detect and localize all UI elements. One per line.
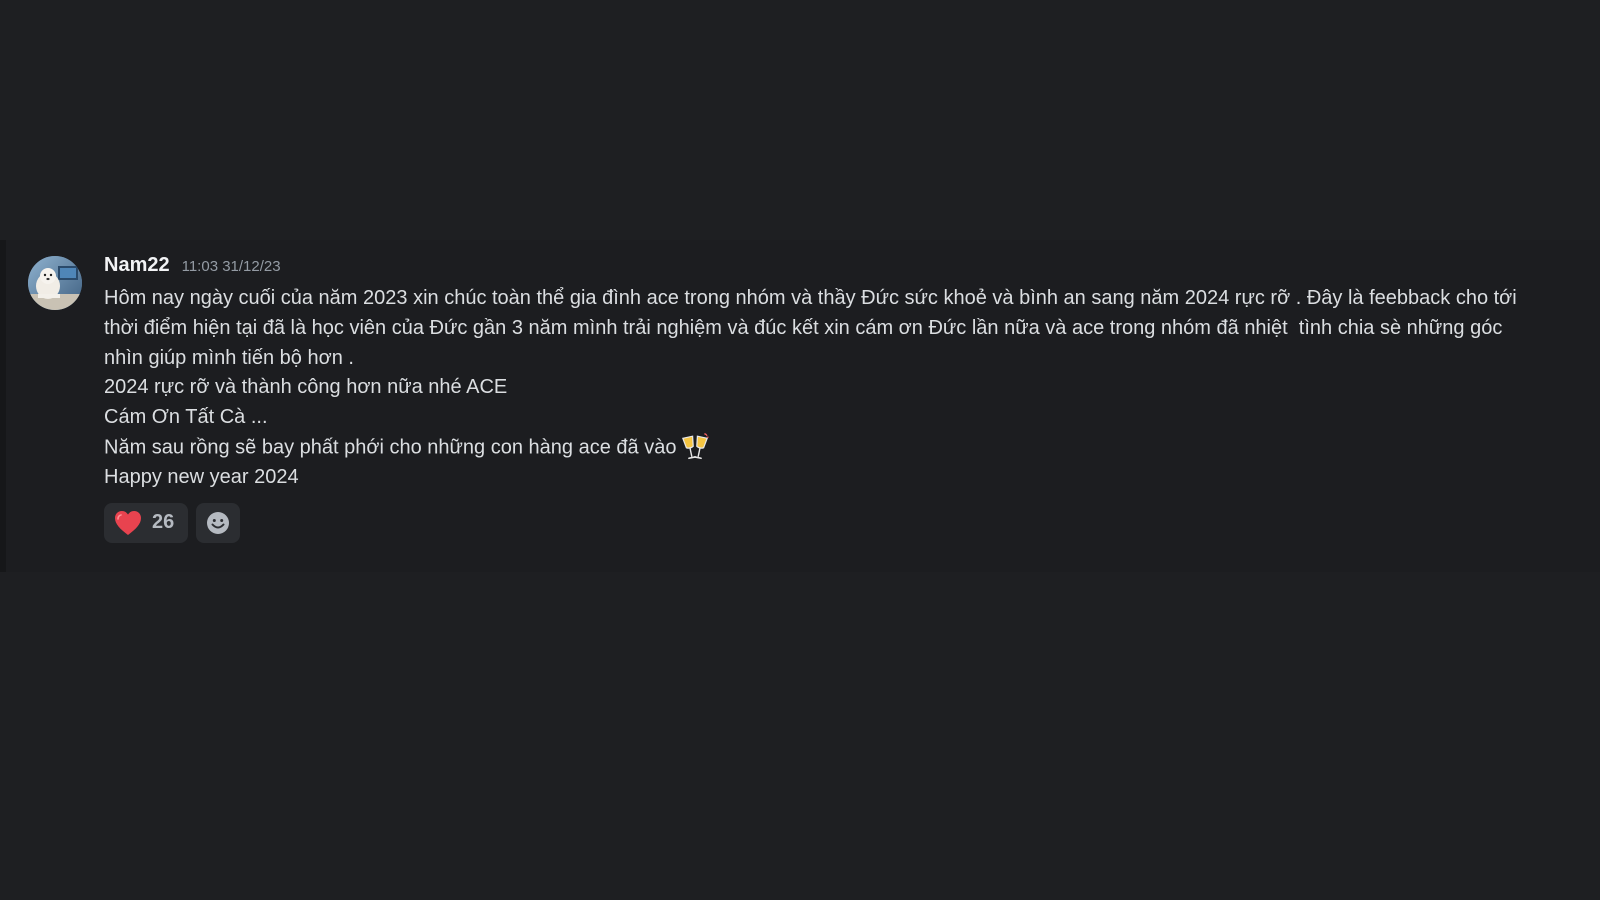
timestamp[interactable]: 11:03 31/12/23 — [182, 258, 281, 275]
heart-icon — [115, 510, 141, 535]
reaction-heart[interactable]: 26 — [104, 502, 189, 543]
message[interactable]: Nam22 11:03 31/12/23 Hôm nay ngày cuối c… — [0, 240, 1600, 572]
username[interactable]: Nam22 — [104, 254, 170, 277]
message-line: 2024 rực rỡ và thành công hơn nữa nhé AC… — [104, 376, 508, 399]
chat-view: Nam22 11:03 31/12/23 Hôm nay ngày cuối c… — [0, 0, 1600, 900]
message-line: nhìn giúp mình tiến bộ hơn . — [104, 346, 354, 369]
message-line: Hôm nay ngày cuối của năm 2023 xin chúc … — [104, 287, 1517, 309]
clinking-glasses-icon[interactable] — [680, 432, 710, 463]
add-reaction-button[interactable] — [196, 502, 241, 543]
message-text: Hôm nay ngày cuối của năm 2023 xin chúc … — [104, 284, 1544, 493]
message-line-with-emoji: Năm sau rồng sẽ bay phất phới cho những … — [104, 432, 1544, 463]
smiley-icon — [207, 511, 230, 534]
message-header: Nam22 11:03 31/12/23 — [104, 254, 1544, 282]
avatar-image — [28, 256, 82, 310]
message-line-text: Năm sau rồng sẽ bay phất phới cho những … — [104, 436, 677, 459]
reaction-count: 26 — [152, 511, 175, 534]
message-highlight-bar — [0, 240, 6, 572]
avatar[interactable] — [28, 256, 82, 310]
reactions-bar: 26 — [104, 502, 1544, 543]
message-line: Cám Ơn Tất Cà ... — [104, 406, 268, 429]
message-content: Nam22 11:03 31/12/23 Hôm nay ngày cuối c… — [104, 254, 1544, 543]
message-line: Happy new year 2024 — [104, 466, 299, 489]
message-line: thời điểm hiện tại đã là học viên của Đứ… — [104, 316, 1503, 339]
